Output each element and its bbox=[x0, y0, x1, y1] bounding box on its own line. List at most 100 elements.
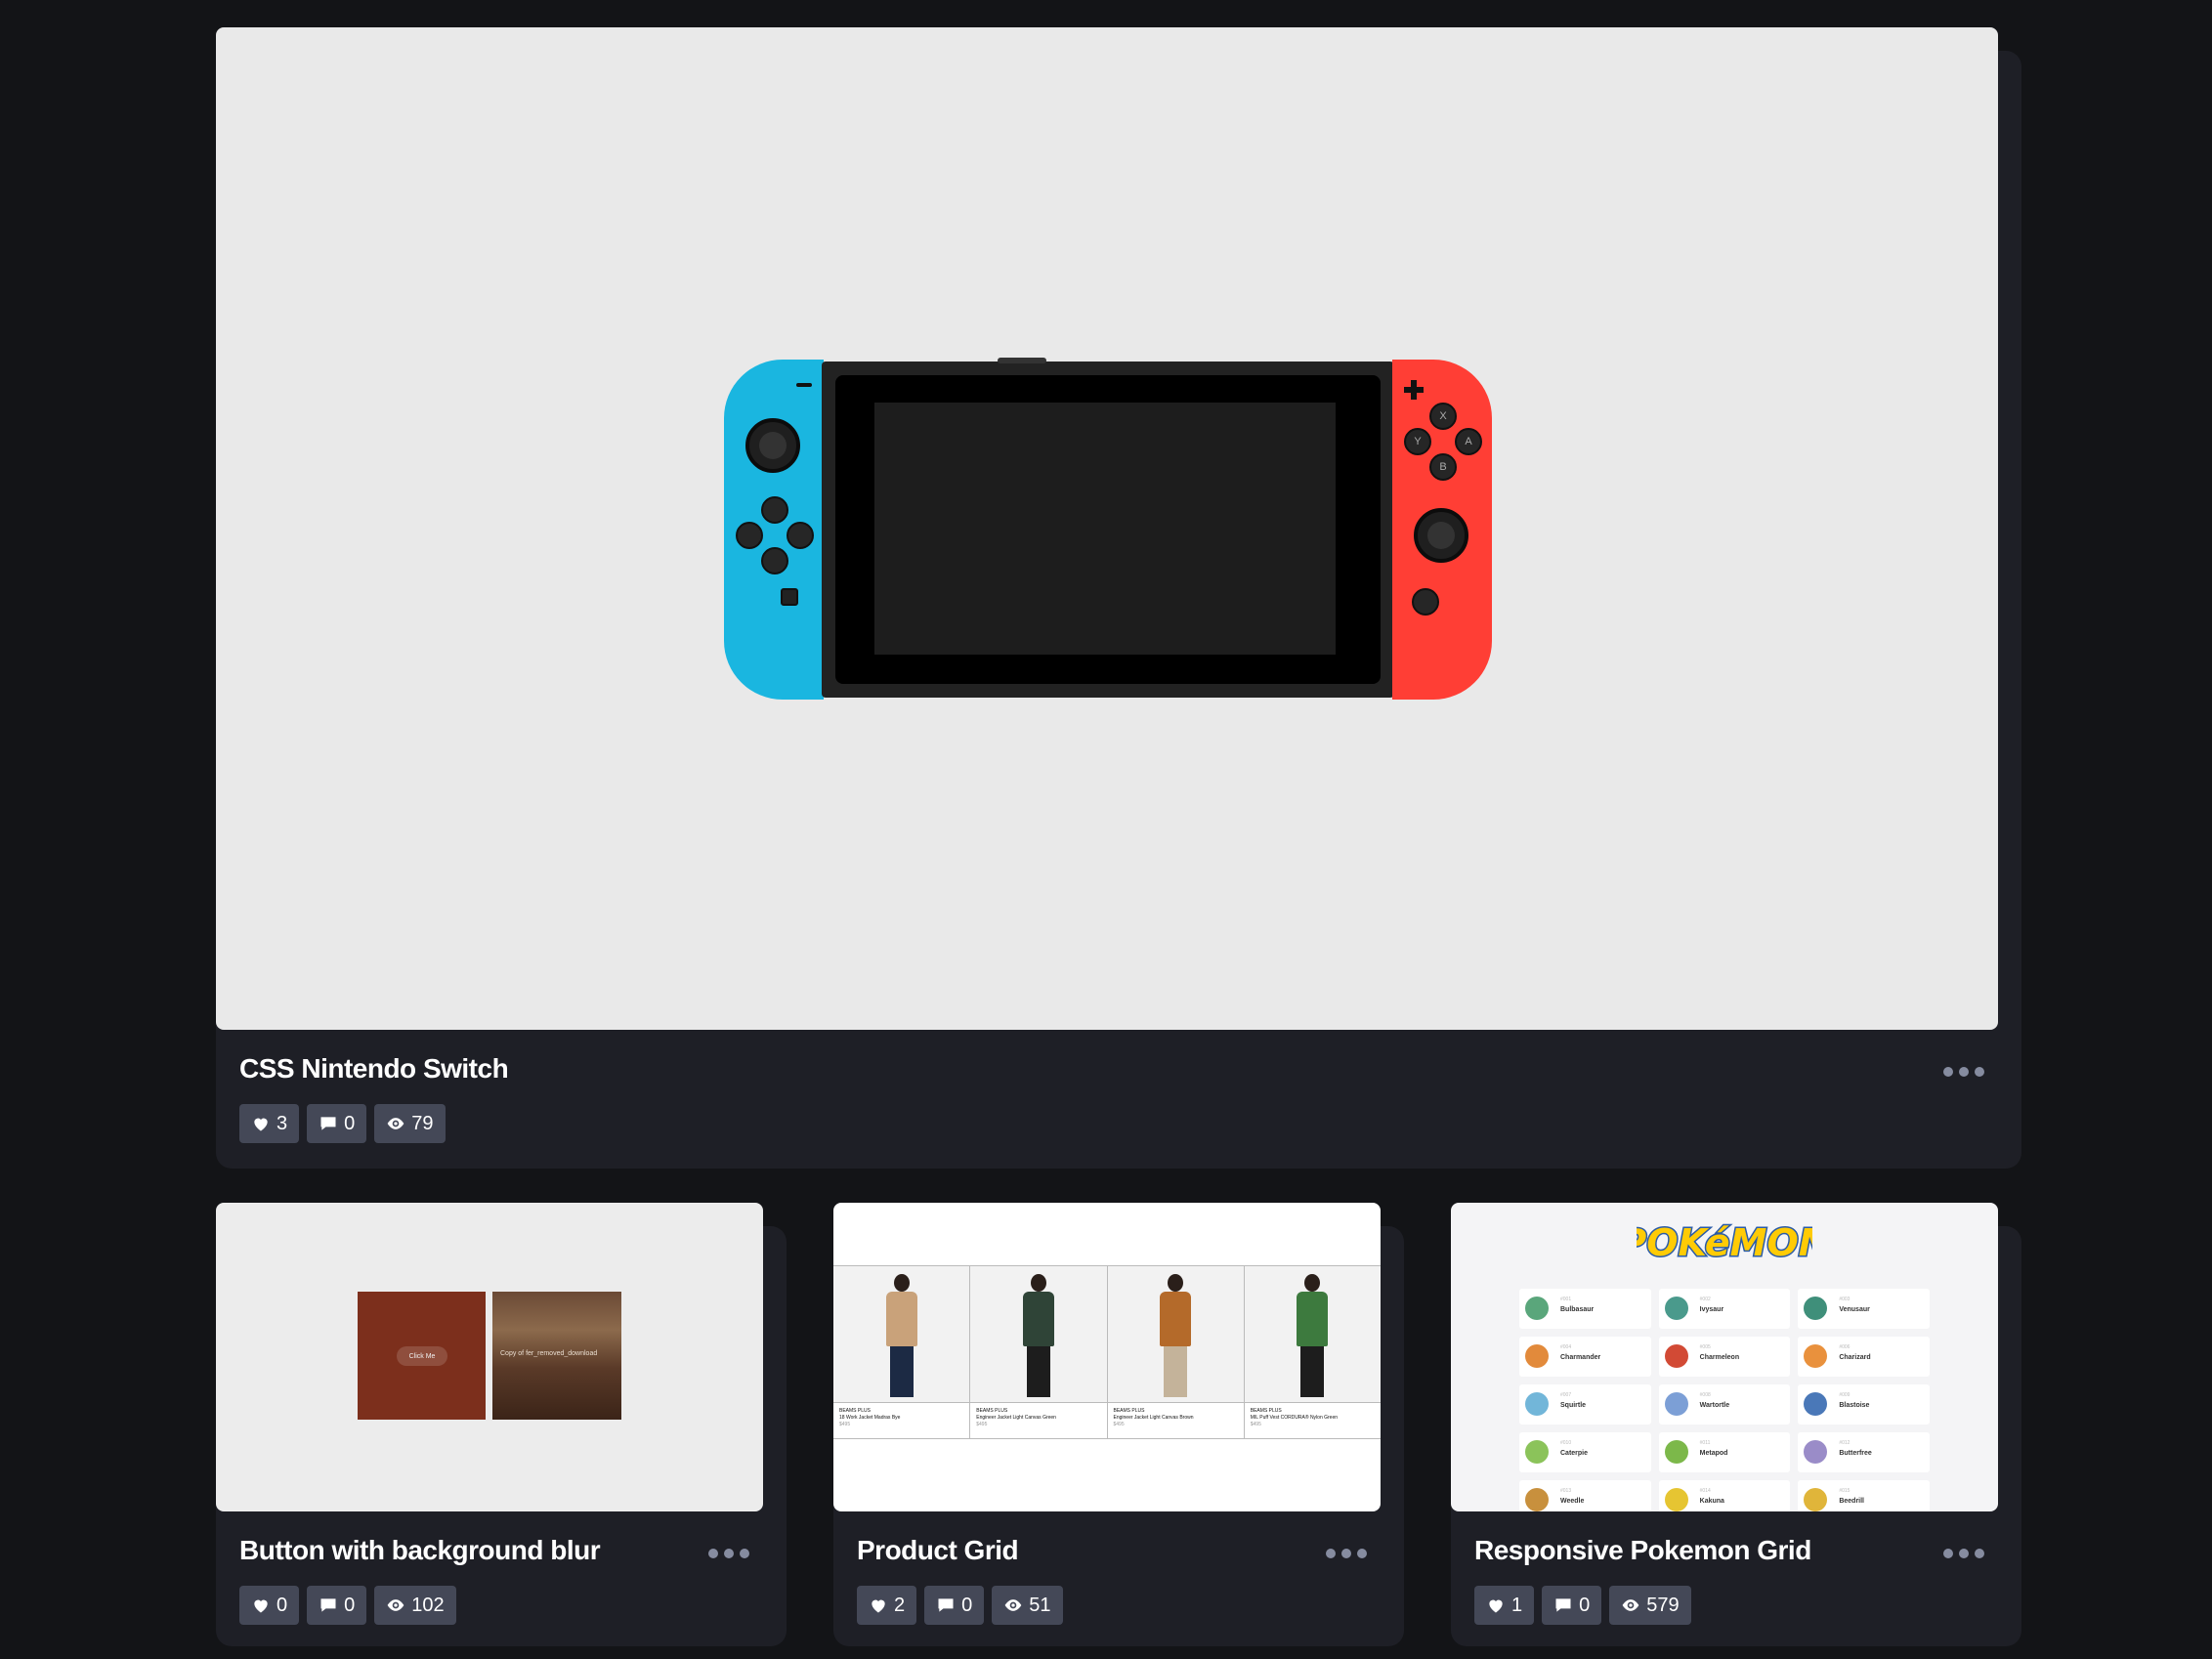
heart-icon bbox=[254, 1118, 268, 1131]
right-joycon: X Y A B bbox=[1392, 360, 1492, 700]
pokemon-sprite bbox=[1804, 1488, 1828, 1511]
pokemon-name: Wartortle bbox=[1699, 1402, 1730, 1409]
comment-count: 0 bbox=[344, 1112, 356, 1134]
more-horizontal-icon bbox=[708, 1549, 718, 1558]
pokemon-number: #002 bbox=[1699, 1297, 1711, 1302]
view-count: 79 bbox=[411, 1112, 434, 1134]
pen-preview[interactable]: POKéMON #001 Bulbasaur #002 Ivysaur #003 Venu… bbox=[1451, 1203, 1998, 1511]
pokemon-name: Charmeleon bbox=[1699, 1354, 1740, 1361]
product-name: 18 Work Jacket Madras Bye bbox=[839, 1415, 901, 1421]
pokemon-sprite bbox=[1525, 1297, 1549, 1320]
model-figure bbox=[882, 1274, 921, 1399]
pen-title[interactable]: Responsive Pokemon Grid bbox=[1474, 1535, 1811, 1566]
views-button[interactable]: 79 bbox=[374, 1104, 446, 1143]
pen-stats: 0 0 102 bbox=[239, 1586, 456, 1625]
product-photo bbox=[970, 1266, 1107, 1403]
pokemon-logo: POKéMON bbox=[1637, 1220, 1812, 1266]
pen-preview[interactable]: BEAMS PLUS 18 Work Jacket Madras Bye $495 B… bbox=[833, 1203, 1381, 1511]
more-horizontal-icon bbox=[1943, 1549, 1953, 1558]
pokemon-name: Bulbasaur bbox=[1560, 1306, 1595, 1313]
pokemon-number: #007 bbox=[1560, 1392, 1572, 1398]
like-button[interactable]: 1 bbox=[1474, 1586, 1535, 1625]
pokemon-card: #005 Charmeleon bbox=[1658, 1337, 1791, 1377]
left-stick bbox=[745, 418, 800, 473]
blur-demo-panel: Click Me bbox=[358, 1292, 486, 1420]
comment-button[interactable]: 0 bbox=[924, 1586, 985, 1625]
blur-demo-photo: Copy of fer_removed_download bbox=[492, 1292, 621, 1420]
pokemon-card: #010 Caterpie bbox=[1519, 1432, 1651, 1472]
view-count: 579 bbox=[1646, 1594, 1680, 1616]
product-photo bbox=[833, 1266, 970, 1403]
product-info: BEAMS PLUS 18 Work Jacket Madras Bye $495 bbox=[839, 1408, 900, 1428]
pen-card-nintendo-switch: X Y A B CSS Nintendo Switch 3 0 79 bbox=[216, 27, 2021, 1169]
eye-icon bbox=[1622, 1599, 1639, 1611]
pokemon-sprite bbox=[1525, 1344, 1549, 1368]
pokemon-number: #012 bbox=[1839, 1440, 1850, 1446]
views-button[interactable]: 102 bbox=[374, 1586, 456, 1625]
pen-preview[interactable]: X Y A B bbox=[216, 27, 1998, 1030]
comment-button[interactable]: 0 bbox=[1542, 1586, 1602, 1625]
product-price: $495 bbox=[839, 1422, 851, 1427]
pokemon-card: #009 Blastoise bbox=[1798, 1384, 1930, 1425]
model-figure bbox=[1019, 1274, 1058, 1399]
capture-button bbox=[781, 588, 798, 606]
product-name: Engineer Jacket Light Canvas Brown bbox=[1113, 1415, 1194, 1421]
pokemon-sprite bbox=[1804, 1440, 1828, 1464]
more-options-button[interactable] bbox=[708, 1549, 749, 1558]
pen-preview[interactable]: Click Me Copy of fer_removed_download bbox=[216, 1203, 763, 1511]
pokemon-card: #011 Metapod bbox=[1658, 1432, 1791, 1472]
like-button[interactable]: 3 bbox=[239, 1104, 300, 1143]
pokemon-number: #003 bbox=[1839, 1297, 1850, 1302]
product-photo bbox=[1244, 1266, 1381, 1403]
comment-button[interactable]: 0 bbox=[307, 1104, 367, 1143]
home-button bbox=[1412, 588, 1439, 616]
product-brand: BEAMS PLUS bbox=[1113, 1408, 1145, 1414]
product-cell: BEAMS PLUS MIL Puff Vest CORDURA® Nylon G… bbox=[1244, 1266, 1381, 1438]
like-count: 3 bbox=[276, 1112, 288, 1134]
views-button[interactable]: 579 bbox=[1609, 1586, 1691, 1625]
pokemon-name: Beedrill bbox=[1839, 1498, 1865, 1505]
pokemon-sprite bbox=[1804, 1297, 1828, 1320]
comment-button[interactable]: 0 bbox=[307, 1586, 367, 1625]
more-options-button[interactable] bbox=[1943, 1067, 1984, 1077]
pen-title[interactable]: Product Grid bbox=[857, 1535, 1019, 1566]
model-figure bbox=[1293, 1274, 1332, 1399]
more-options-button[interactable] bbox=[1326, 1549, 1367, 1558]
pokemon-sprite bbox=[1804, 1392, 1828, 1416]
like-button[interactable]: 0 bbox=[239, 1586, 300, 1625]
pen-stats: 1 0 579 bbox=[1474, 1586, 1691, 1625]
pokemon-sprite bbox=[1525, 1392, 1549, 1416]
pokemon-number: #015 bbox=[1839, 1488, 1850, 1494]
pen-title[interactable]: Button with background blur bbox=[239, 1535, 601, 1566]
right-stick bbox=[1414, 508, 1468, 563]
product-name: MIL Puff Vest CORDURA® Nylon Green bbox=[1250, 1415, 1339, 1421]
left-button bbox=[736, 522, 763, 549]
pokemon-card: #004 Charmander bbox=[1519, 1337, 1651, 1377]
pokemon-card: #003 Venusaur bbox=[1798, 1289, 1930, 1329]
console-top-button bbox=[998, 358, 1046, 363]
pokemon-sprite bbox=[1804, 1344, 1828, 1368]
down-button bbox=[761, 547, 788, 574]
pokemon-name: Kakuna bbox=[1699, 1498, 1724, 1505]
product-info: BEAMS PLUS MIL Puff Vest CORDURA® Nylon G… bbox=[1251, 1408, 1338, 1428]
comment-count: 0 bbox=[961, 1594, 973, 1616]
comment-icon bbox=[320, 1598, 336, 1612]
more-options-button[interactable] bbox=[1943, 1549, 1984, 1558]
pokemon-number: #013 bbox=[1560, 1488, 1572, 1494]
pokemon-number: #005 bbox=[1699, 1344, 1711, 1350]
pokemon-number: #009 bbox=[1839, 1392, 1850, 1398]
y-button: Y bbox=[1404, 428, 1431, 455]
like-button[interactable]: 2 bbox=[857, 1586, 917, 1625]
views-button[interactable]: 51 bbox=[992, 1586, 1063, 1625]
pokemon-number: #008 bbox=[1699, 1392, 1711, 1398]
pokemon-number: #004 bbox=[1560, 1344, 1572, 1350]
pen-title[interactable]: CSS Nintendo Switch bbox=[239, 1053, 509, 1085]
pokemon-card: #008 Wartortle bbox=[1658, 1384, 1791, 1425]
like-count: 2 bbox=[894, 1594, 906, 1616]
comment-count: 0 bbox=[344, 1594, 356, 1616]
click-me-button: Click Me bbox=[397, 1346, 447, 1366]
pokemon-sprite bbox=[1664, 1392, 1688, 1416]
product-brand: BEAMS PLUS bbox=[976, 1408, 1008, 1414]
like-count: 0 bbox=[276, 1594, 288, 1616]
pokemon-card: #001 Bulbasaur bbox=[1519, 1289, 1651, 1329]
